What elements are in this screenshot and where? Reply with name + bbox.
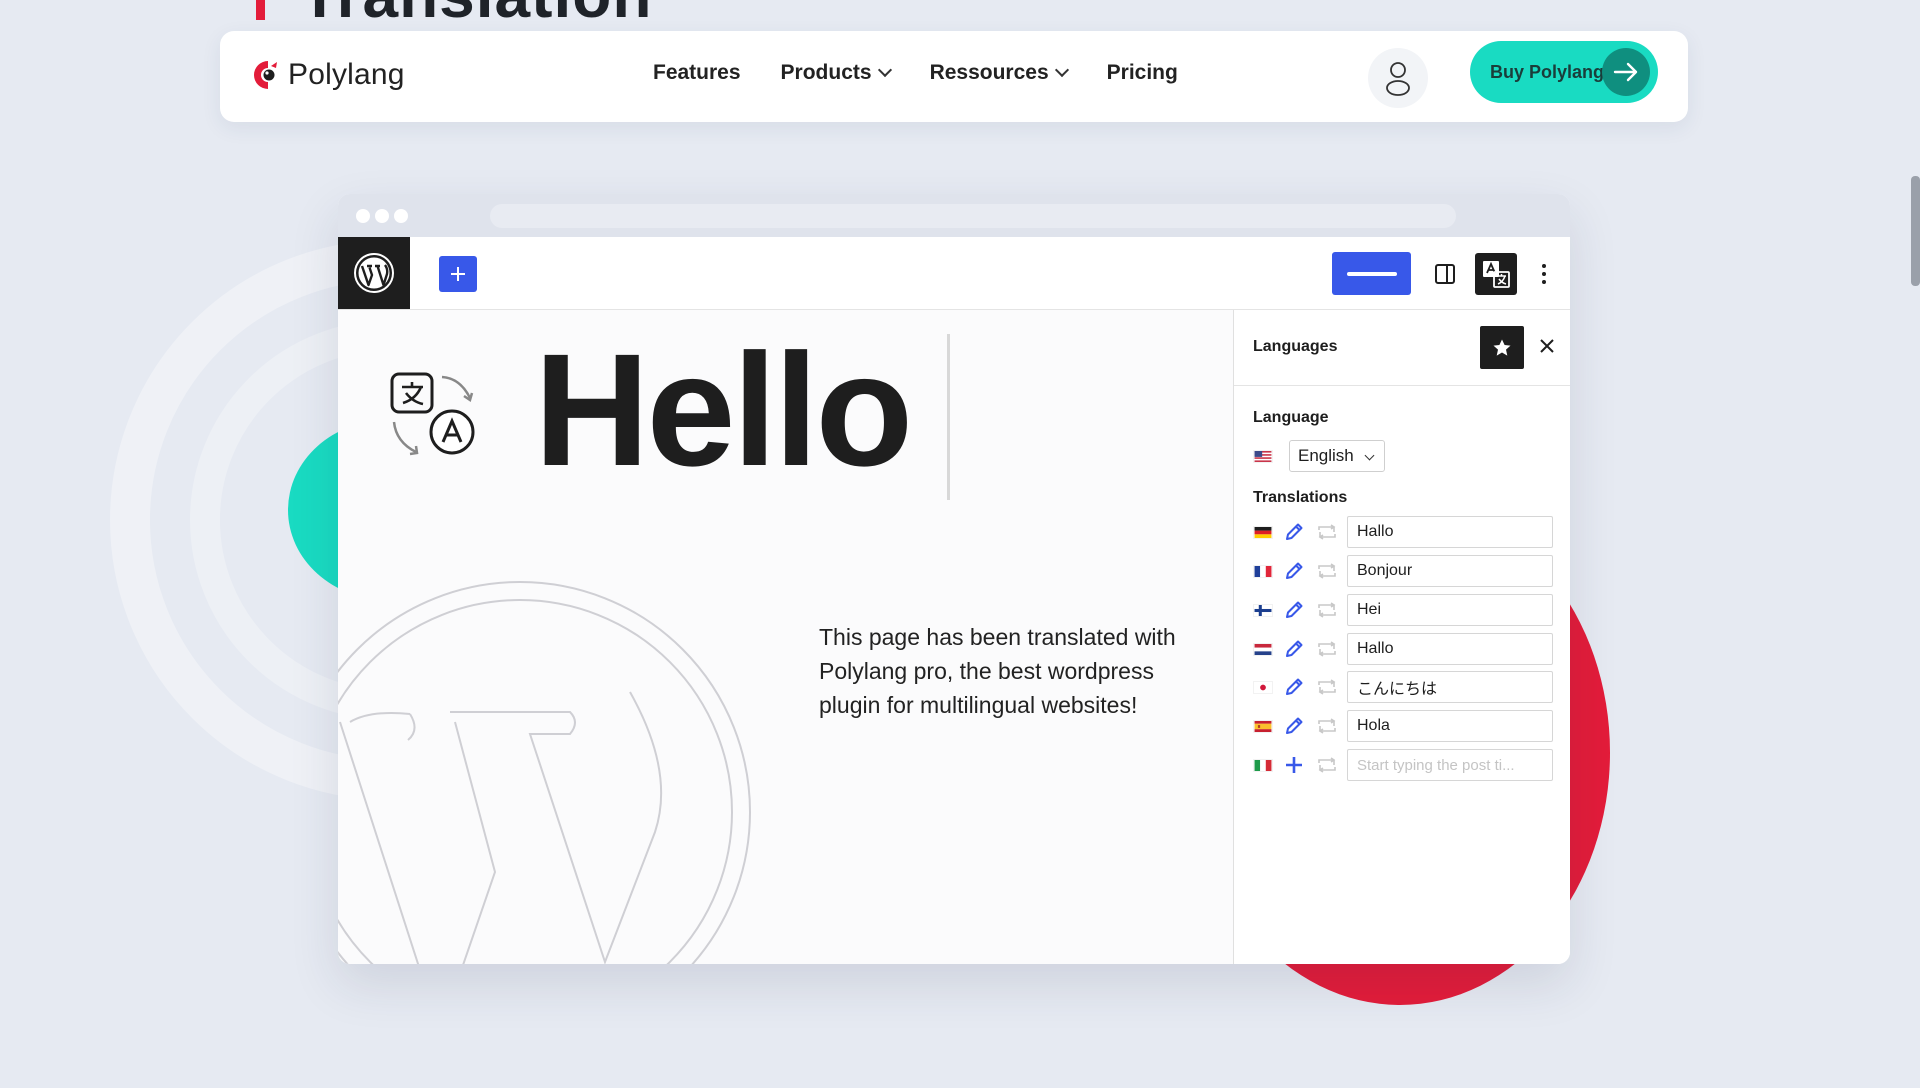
chevron-down-icon <box>1364 450 1375 461</box>
star-icon <box>1493 339 1511 356</box>
translation-input-jp[interactable]: こんにちは <box>1347 671 1553 703</box>
buy-polylang-button[interactable]: Buy Polylang <box>1470 41 1658 103</box>
translation-row-nl: Hallo <box>1253 633 1553 665</box>
edit-translation-pencil-icon[interactable] <box>1283 715 1305 737</box>
wordpress-logo-button[interactable] <box>338 237 410 309</box>
publish-button[interactable] <box>1332 252 1411 295</box>
flag-it-icon <box>1253 758 1273 772</box>
pin-panel-button[interactable] <box>1480 326 1524 369</box>
polylang-logo-icon <box>253 61 277 89</box>
edit-translation-pencil-icon[interactable] <box>1283 676 1305 698</box>
publish-button-bar <box>1346 271 1397 276</box>
nav-link-products[interactable]: Products <box>780 61 892 85</box>
sync-icon[interactable] <box>1317 524 1337 540</box>
translation-row-it: Start typing the post ti... <box>1253 749 1553 781</box>
arrow-right-icon <box>1602 48 1650 96</box>
languages-sidebar: Languages Language English Translations … <box>1233 310 1570 964</box>
language-label: Language <box>1253 409 1329 426</box>
translation-icon <box>390 372 475 456</box>
translation-input-fr[interactable]: Bonjour <box>1347 555 1553 587</box>
editor-window: Hello This page has been translated with… <box>338 194 1570 964</box>
editor-toolbar <box>338 237 1570 310</box>
edit-translation-pencil-icon[interactable] <box>1283 638 1305 660</box>
post-paragraph[interactable]: This page has been translated with Polyl… <box>819 620 1199 722</box>
translation-input-es[interactable]: Hola <box>1347 710 1553 742</box>
dot-icon <box>1542 272 1546 276</box>
wordpress-watermark-icon <box>338 581 751 964</box>
nav-link-label: Products <box>780 61 872 84</box>
flag-us-icon <box>1253 449 1273 463</box>
nav-link-label: Features <box>653 61 741 84</box>
dot-icon <box>1542 264 1546 268</box>
account-button[interactable] <box>1368 48 1428 108</box>
selected-language: English <box>1298 446 1354 465</box>
translation-row-de: Hallo <box>1253 516 1553 548</box>
more-options-button[interactable] <box>1534 257 1554 291</box>
editor-canvas: Hello This page has been translated with… <box>338 310 1233 964</box>
flag-nl-icon <box>1253 642 1273 656</box>
edit-translation-pencil-icon[interactable] <box>1283 560 1305 582</box>
buy-button-label: Buy Polylang <box>1490 61 1605 82</box>
translation-input-nl[interactable]: Hallo <box>1347 633 1553 665</box>
flag-fr-icon <box>1253 564 1273 578</box>
edit-translation-pencil-icon[interactable] <box>1283 599 1305 621</box>
window-dot <box>375 209 389 223</box>
window-dot <box>356 209 370 223</box>
nav-link-ressources[interactable]: Ressources <box>929 61 1069 85</box>
languages-panel-button[interactable] <box>1475 253 1517 295</box>
nav-link-features[interactable]: Features <box>653 61 741 85</box>
language-select[interactable]: English <box>1289 440 1385 472</box>
window-dot <box>394 209 408 223</box>
sync-icon[interactable] <box>1317 757 1337 773</box>
language-row: English <box>1253 440 1385 472</box>
translation-row-es: Hola <box>1253 710 1553 742</box>
chevron-down-icon <box>1054 62 1069 78</box>
dot-icon <box>1542 280 1546 284</box>
translation-input-de[interactable]: Hallo <box>1347 516 1553 548</box>
edit-translation-pencil-icon[interactable] <box>1283 521 1305 543</box>
nav-link-label: Ressources <box>929 61 1049 84</box>
chevron-down-icon <box>877 62 892 78</box>
wordpress-icon <box>354 253 394 293</box>
post-title[interactable]: Hello <box>534 330 913 490</box>
settings-sidebar-toggle[interactable] <box>1430 259 1460 289</box>
flag-de-icon <box>1253 525 1273 539</box>
close-panel-button[interactable] <box>1536 335 1558 357</box>
address-bar[interactable] <box>490 204 1456 228</box>
translation-row-fi: Hei <box>1253 594 1553 626</box>
translate-icon <box>1483 261 1510 288</box>
nav-link-pricing[interactable]: Pricing <box>1107 61 1178 85</box>
translation-input-it[interactable]: Start typing the post ti... <box>1347 749 1553 781</box>
close-icon <box>1540 339 1554 353</box>
text-cursor <box>947 334 950 500</box>
sync-icon[interactable] <box>1317 641 1337 657</box>
flag-es-icon <box>1253 719 1273 733</box>
sidebar-toggle-icon <box>1435 264 1455 284</box>
heading-accent-bar <box>256 0 265 20</box>
translation-input-fi[interactable]: Hei <box>1347 594 1553 626</box>
page-heading: Translation <box>300 0 652 32</box>
plus-icon <box>451 267 465 281</box>
logo-text: Polylang <box>288 58 405 91</box>
translation-row-fr: Bonjour <box>1253 555 1553 587</box>
sync-icon[interactable] <box>1317 563 1337 579</box>
top-navbar: Polylang Features Products Ressources Pr… <box>220 31 1688 122</box>
add-block-button[interactable] <box>439 256 477 292</box>
page-scrollbar[interactable] <box>1911 176 1920 286</box>
sync-icon[interactable] <box>1317 679 1337 695</box>
flag-fi-icon <box>1253 603 1273 617</box>
nav-links: Features Products Ressources Pricing <box>653 61 1178 85</box>
user-icon <box>1386 62 1410 96</box>
sidebar-title: Languages <box>1253 338 1338 355</box>
sync-icon[interactable] <box>1317 602 1337 618</box>
sync-icon[interactable] <box>1317 718 1337 734</box>
translations-label: Translations <box>1253 489 1348 506</box>
polylang-logo[interactable]: Polylang <box>252 58 405 92</box>
browser-chrome <box>338 194 1570 237</box>
translation-row-jp: こんにちは <box>1253 671 1553 703</box>
sidebar-header: Languages <box>1234 310 1570 386</box>
flag-jp-icon <box>1253 680 1273 694</box>
nav-link-label: Pricing <box>1106 61 1178 84</box>
add-translation-plus-icon[interactable] <box>1283 754 1305 776</box>
